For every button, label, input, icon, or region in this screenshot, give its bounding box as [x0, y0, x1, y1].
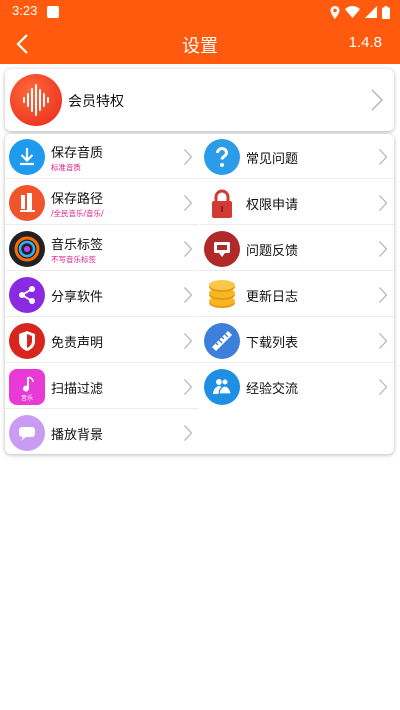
chevron-right-icon: [184, 379, 193, 395]
setting-label: 权限申请: [246, 198, 299, 213]
setting-faq[interactable]: 常见问题: [200, 134, 394, 179]
setting-value: /全民音乐/音乐/: [51, 209, 104, 218]
chevron-right-icon: [184, 287, 193, 303]
chevron-right-icon: [371, 89, 384, 111]
feedback-icon: [204, 231, 240, 267]
setting-label: 下载列表: [246, 336, 299, 351]
chevron-right-icon: [379, 333, 388, 349]
download-icon: [9, 139, 45, 175]
lock-icon: [204, 185, 240, 221]
setting-label: 分享软件: [51, 290, 104, 305]
shield-icon: [9, 323, 45, 359]
chevron-right-icon: [379, 241, 388, 257]
app-bar: 设置 1.4.8: [0, 24, 400, 64]
setting-share-app[interactable]: 分享软件: [5, 272, 199, 317]
vip-card[interactable]: 会员特权: [5, 69, 394, 131]
signal-icon: [365, 6, 377, 18]
setting-label: 经验交流: [246, 382, 299, 397]
battery-icon: [382, 5, 390, 19]
setting-disclaimer[interactable]: 免责声明: [5, 318, 199, 363]
chat-bubble-icon: [9, 415, 45, 451]
status-bar: 3:23: [0, 0, 400, 24]
status-time: 3:23: [12, 3, 38, 18]
ruler-icon: [204, 323, 240, 359]
version-label: 1.4.8: [348, 34, 382, 51]
setting-label: 常见问题: [246, 152, 299, 167]
folder-path-icon: [9, 185, 45, 221]
wifi-icon: [345, 6, 360, 18]
chevron-right-icon: [184, 425, 193, 441]
setting-value: 标准音质: [51, 163, 81, 172]
setting-music-tags[interactable]: 音乐标签 不写音乐标签: [5, 226, 199, 271]
setting-permissions[interactable]: 权限申请: [200, 180, 394, 225]
chevron-right-icon: [184, 195, 193, 211]
setting-label: 保存音质: [51, 146, 104, 161]
setting-label: 音乐标签: [51, 238, 104, 253]
chevron-right-icon: [184, 333, 193, 349]
community-icon: [204, 369, 240, 405]
sound-wave-icon: [10, 74, 62, 126]
question-icon: [204, 139, 240, 175]
settings-grid: 保存音质 标准音质 保存路径 /全民音乐/音乐/ 音乐标签 不写音乐标签 分享软…: [5, 134, 394, 454]
location-icon: [330, 5, 340, 19]
chevron-right-icon: [379, 149, 388, 165]
chevron-right-icon: [184, 241, 193, 257]
page-title: 设置: [182, 36, 218, 57]
setting-save-path[interactable]: 保存路径 /全民音乐/音乐/: [5, 180, 199, 225]
setting-playback-background[interactable]: 播放背景: [5, 410, 199, 455]
setting-download-list[interactable]: 下载列表: [200, 318, 394, 363]
setting-value: 不写音乐标签: [51, 255, 96, 264]
notification-icon: [47, 6, 59, 18]
setting-label: 免责声明: [51, 336, 104, 351]
music-note-caption: 音乐: [21, 394, 33, 402]
setting-label: 问题反馈: [246, 244, 299, 259]
setting-label: 播放背景: [51, 428, 104, 443]
setting-scan-filter[interactable]: 音乐 扫描过滤: [5, 364, 199, 409]
vip-label: 会员特权: [68, 94, 124, 110]
setting-feedback[interactable]: 问题反馈: [200, 226, 394, 271]
music-note-icon: 音乐: [9, 369, 45, 405]
chevron-right-icon: [379, 287, 388, 303]
setting-label: 扫描过滤: [51, 382, 104, 397]
setting-save-quality[interactable]: 保存音质 标准音质: [5, 134, 199, 179]
chevron-right-icon: [184, 149, 193, 165]
chevron-right-icon: [379, 379, 388, 395]
status-icons: [330, 4, 390, 20]
music-tag-icon: [9, 231, 45, 267]
coin-stack-icon: [204, 277, 240, 313]
setting-label: 保存路径: [51, 192, 104, 207]
setting-changelog[interactable]: 更新日志: [200, 272, 394, 317]
share-icon: [9, 277, 45, 313]
chevron-right-icon: [379, 195, 388, 211]
setting-community[interactable]: 经验交流: [200, 364, 394, 409]
setting-label: 更新日志: [246, 290, 299, 305]
